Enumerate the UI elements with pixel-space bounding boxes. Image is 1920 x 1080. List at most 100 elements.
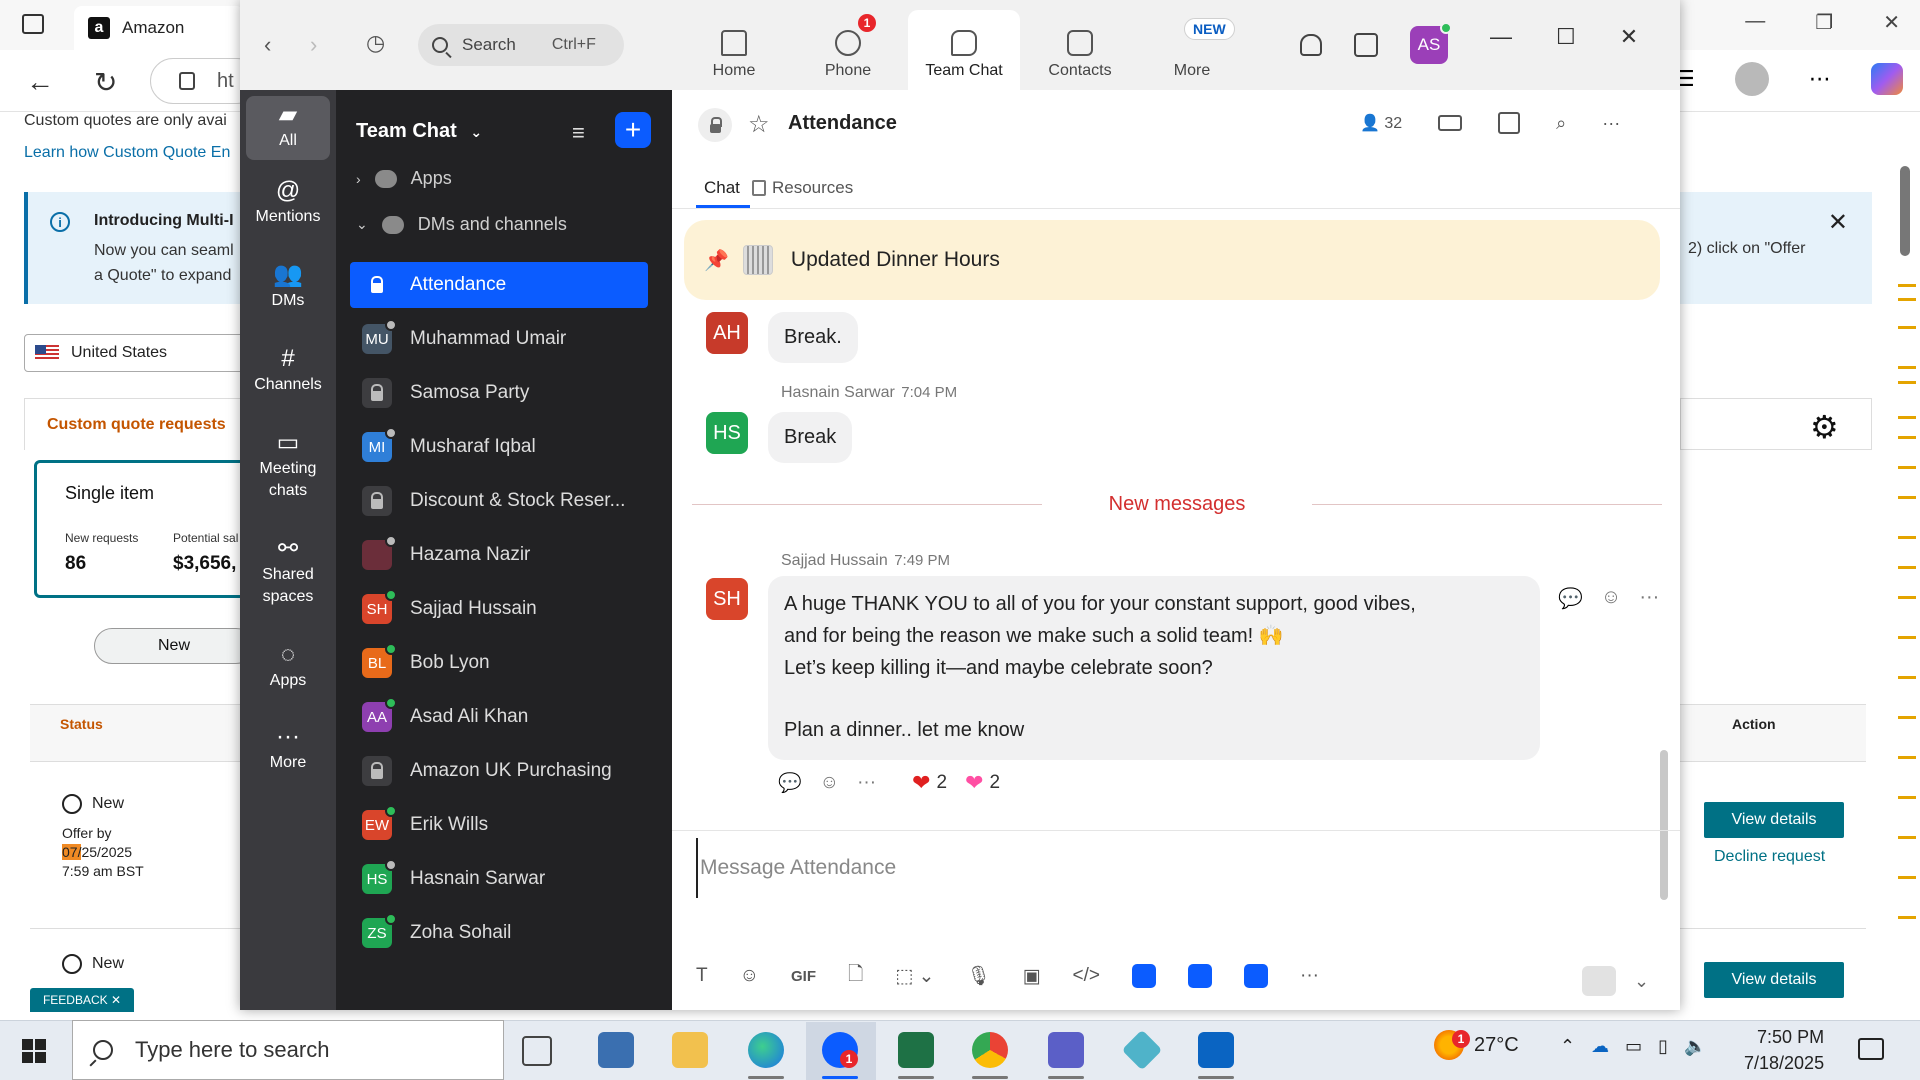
whiteboard-app-icon[interactable] [1188,964,1213,988]
more-options-icon[interactable]: ··· [1300,965,1319,987]
onedrive-cloud-icon[interactable]: ☁ [1591,1036,1609,1057]
user-avatar[interactable]: AS [1410,22,1452,64]
decline-request-link[interactable]: Decline request [1714,848,1825,866]
code-snippet-icon[interactable]: </> [1073,965,1100,987]
sidebar-item-channel[interactable]: Amazon UK Purchasing [350,748,648,794]
calendar-icon[interactable] [1498,112,1521,134]
text-format-icon[interactable]: T [696,965,708,987]
message-bubble[interactable]: Break. [768,312,858,363]
avatar[interactable]: SH [706,578,748,620]
rail-dms[interactable]: 👥 DMs [246,263,330,312]
rail-all[interactable]: ▰ All [246,96,330,160]
star-icon[interactable]: ☆ [748,110,770,139]
browser-tab-amazon[interactable]: a Amazon [74,6,244,50]
minimize-icon[interactable]: — [1745,10,1765,35]
message-bubble[interactable]: A huge THANK YOU to all of you for your … [768,576,1540,760]
restore-icon[interactable]: ❐ [1815,10,1833,35]
avatar[interactable]: AH [706,312,748,354]
close-icon[interactable]: ✕ [1883,10,1900,35]
volume-icon[interactable]: 🔈 [1684,1036,1706,1057]
sender-name[interactable]: Sajjad Hussain [781,552,888,569]
notes-app-icon[interactable] [1244,964,1269,988]
scrollbar-thumb[interactable] [1900,166,1910,256]
sidebar-item-channel[interactable]: MI Musharaf Iqbal [350,424,648,470]
chrome-icon[interactable] [972,1032,1008,1068]
sidebar-item-channel[interactable]: Hazama Nazir [350,532,648,578]
send-options-chevron-icon[interactable]: ⌄ [1634,971,1649,992]
gear-icon[interactable]: ⚙ [1810,408,1839,446]
weather-widget[interactable]: 27°C [1434,1030,1519,1060]
sidebar-item-channel[interactable]: AA Asad Ali Khan [350,694,648,740]
more-options-icon[interactable]: ··· [857,772,876,794]
view-details-button[interactable]: View details [1704,802,1844,838]
column-header-status[interactable]: Status [60,716,103,732]
sidebar-item-channel[interactable]: Discount & Stock Reser... [350,478,648,524]
sidebar-title[interactable]: Team Chat ⌄ [356,120,482,143]
taskbar-clock[interactable]: 7:50 PM 7/18/2025 [1744,1024,1824,1076]
notification-center-icon[interactable] [1858,1038,1884,1060]
sidebar-item-channel[interactable]: MU Muhammad Umair [350,316,648,362]
nav-contacts[interactable]: Contacts [1024,10,1136,90]
sidebar-item-channel[interactable]: HS Hasnain Sarwar [350,856,648,902]
more-options-icon[interactable]: ⋯ [1809,66,1831,92]
video-message-icon[interactable]: ▣ [1023,965,1041,988]
edge-icon[interactable] [748,1032,784,1068]
tab-resources[interactable]: Resources [752,178,853,198]
search-icon[interactable]: ⌕ [1556,113,1566,134]
screenshot-icon[interactable]: ⬚ ⌄ [895,965,934,988]
pinned-message-banner[interactable]: 📌 Updated Dinner Hours [684,220,1660,300]
network-icon[interactable]: ▯ [1658,1036,1668,1057]
video-icon[interactable] [1438,115,1463,131]
rail-channels[interactable]: # Channels [246,347,330,396]
sender-name[interactable]: Hasnain Sarwar [781,384,895,401]
maximize-icon[interactable]: ☐ [1556,24,1576,50]
refresh-icon[interactable]: ↻ [94,66,117,99]
bell-icon[interactable] [1300,34,1322,56]
feedback-tab[interactable]: FEEDBACK ✕ [30,988,134,1012]
calculator-icon[interactable] [598,1032,634,1068]
gif-button[interactable]: GIF [791,968,816,985]
emoji-icon[interactable]: ☺ [740,965,759,987]
reaction-red-heart[interactable]: ❤ 2 [912,770,947,796]
browser-scrollbar[interactable] [1896,116,1916,996]
country-selector[interactable]: United States [24,334,244,372]
sidebar-item-channel[interactable]: ZS Zoha Sohail [350,910,648,956]
file-explorer-icon[interactable] [672,1032,708,1068]
tab-custom-quote-requests[interactable]: Custom quote requests [24,398,244,450]
rail-meeting-chats[interactable]: ▭ Meeting chats [246,431,330,502]
zoom-search-box[interactable]: Search Ctrl+F [418,24,624,66]
nav-team-chat[interactable]: Team Chat [908,10,1020,90]
rail-mentions[interactable]: @ Mentions [246,179,330,228]
section-dms-channels[interactable]: ⌄ DMs and channels [356,214,567,235]
message-input[interactable]: Message Attendance [696,838,1656,898]
chevron-up-icon[interactable]: ⌃ [1560,1036,1575,1057]
channel-title[interactable]: Attendance [788,112,897,135]
chat-scrollbar[interactable] [1658,210,1670,910]
add-chat-button[interactable]: + [615,112,651,148]
back-chevron-icon[interactable]: ‹ [264,32,271,58]
history-icon[interactable]: ◷ [366,30,385,56]
close-icon[interactable]: ✕ [1620,24,1638,50]
forward-chevron-icon[interactable]: › [310,32,317,58]
sidebar-item-channel[interactable]: EW Erik Wills [350,802,648,848]
tab-chat[interactable]: Chat [704,178,740,198]
section-apps[interactable]: › Apps [356,168,452,189]
learn-custom-quote-link[interactable]: Learn how Custom Quote En [24,144,230,162]
filter-new-pill[interactable]: New [94,628,254,664]
sidebar-item-channel[interactable]: SH Sajjad Hussain [350,586,648,632]
sidebar-item-channel[interactable]: Samosa Party [350,370,648,416]
windows-start-icon[interactable] [22,1039,46,1063]
send-button[interactable] [1582,966,1616,996]
battery-icon[interactable]: ▭ [1625,1036,1642,1057]
nav-phone[interactable]: Phone [792,10,904,90]
profile-avatar[interactable] [1734,62,1769,96]
microphone-icon[interactable]: 🎙 [966,964,990,988]
teams-icon[interactable] [1048,1032,1084,1068]
reply-icon[interactable]: 💬 [1558,586,1583,611]
view-details-button-2[interactable]: View details [1704,962,1844,998]
nav-home[interactable]: Home [678,10,790,90]
single-item-card[interactable]: Single item New requests 86 Potential sa… [34,460,250,598]
reply-icon[interactable]: 💬 [778,771,802,795]
tab-actions-icon[interactable] [22,14,44,34]
task-view-icon[interactable] [522,1036,552,1066]
